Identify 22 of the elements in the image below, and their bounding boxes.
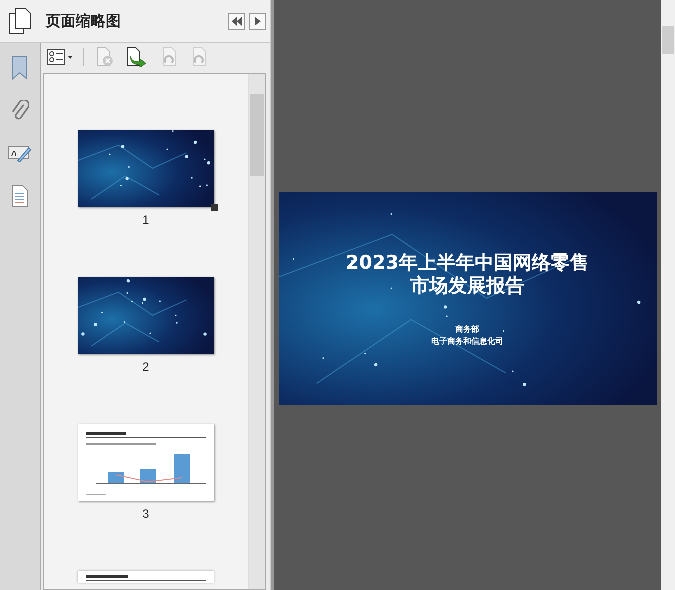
- slide-title: 2023年上半年中国网络零售: [346, 252, 589, 274]
- collapse-panel-button[interactable]: [228, 12, 245, 30]
- right-arrow-icon: [254, 16, 260, 26]
- rotate-right-icon[interactable]: [190, 47, 208, 67]
- page-number: 1: [142, 213, 150, 227]
- slide-author: 商务部: [456, 324, 480, 336]
- view-box-handle[interactable]: [211, 204, 218, 211]
- delete-page-icon[interactable]: [96, 47, 114, 67]
- insert-page-icon[interactable]: [126, 47, 148, 67]
- options-menu-button[interactable]: [47, 49, 75, 65]
- splitter-handle[interactable]: [270, 0, 274, 590]
- page-number: 2: [142, 360, 150, 374]
- scrollbar[interactable]: [661, 0, 675, 590]
- slide-author: 电子商务和信息化司: [432, 336, 504, 348]
- slide-title: 市场发展报告: [410, 274, 524, 298]
- next-panel-button[interactable]: [249, 12, 266, 30]
- pages-icon: [8, 7, 32, 35]
- panel-title: 页面缩略图: [46, 12, 122, 30]
- scrollbar[interactable]: [248, 74, 265, 589]
- rotate-left-icon[interactable]: [160, 47, 178, 67]
- page-number: 3: [142, 507, 150, 521]
- double-left-arrow-icon: [232, 16, 242, 26]
